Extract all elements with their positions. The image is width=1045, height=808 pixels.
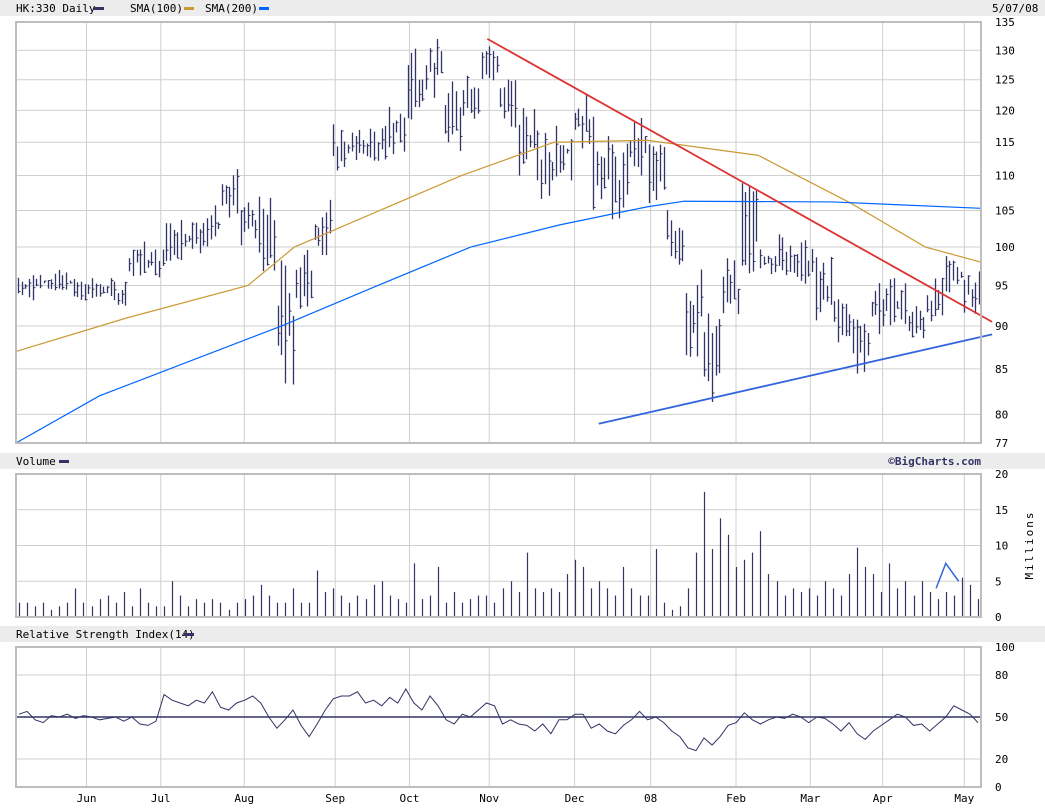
price-y-tick: 110 xyxy=(995,170,1015,183)
x-tick-label: Nov xyxy=(479,792,499,805)
price-y-tick: 80 xyxy=(995,408,1008,421)
rsi-y-tick: 0 xyxy=(995,781,1002,794)
volume-label: Volume xyxy=(16,455,56,468)
x-tick-label: Jun xyxy=(77,792,97,805)
chart-canvas: HK:330 Daily SMA(100) SMA(200) 5/07/08 1… xyxy=(0,0,1045,805)
price-y-tick: 100 xyxy=(995,241,1015,254)
rsi-line xyxy=(18,687,979,752)
price-y-tick: 135 xyxy=(995,16,1015,29)
x-tick-label: Mar xyxy=(800,792,820,805)
x-tick-label: Aug xyxy=(234,792,254,805)
sma200-legend-label: SMA(200) xyxy=(205,2,258,15)
x-tick-label: Dec xyxy=(565,792,585,805)
x-tick-label: Jul xyxy=(151,792,171,805)
symbol-label: HK:330 Daily xyxy=(16,2,96,15)
price-y-tick: 77 xyxy=(995,437,1008,450)
x-tick-label: Oct xyxy=(399,792,419,805)
volume-y-tick: 10 xyxy=(995,540,1008,553)
price-y-tick: 120 xyxy=(995,104,1015,117)
rsi-y-tick: 50 xyxy=(995,711,1008,724)
x-tick-label: 08 xyxy=(644,792,657,805)
rsi-y-tick: 100 xyxy=(995,641,1015,654)
volume-y-tick: 0 xyxy=(995,611,1002,624)
x-tick-label: Apr xyxy=(873,792,893,805)
price-y-tick: 130 xyxy=(995,44,1015,57)
date-label: 5/07/08 xyxy=(992,2,1038,15)
sma100-legend-swatch xyxy=(184,7,194,10)
volume-y-tick: 20 xyxy=(995,468,1008,481)
price-y-tick: 105 xyxy=(995,204,1015,217)
sma100-legend-label: SMA(100) xyxy=(130,2,183,15)
volume-unit-label: Millions xyxy=(1023,511,1036,580)
volume-y-tick: 5 xyxy=(995,575,1002,588)
volume-legend-swatch xyxy=(59,460,69,463)
x-tick-label: Feb xyxy=(726,792,746,805)
price-y-tick: 95 xyxy=(995,279,1008,292)
uptrend-trendline xyxy=(598,333,993,425)
price-y-tick: 125 xyxy=(995,74,1015,87)
price-y-tick: 85 xyxy=(995,363,1008,376)
x-tick-label: Sep xyxy=(325,792,345,805)
price-y-tick: 115 xyxy=(995,136,1015,149)
rsi-y-tick: 80 xyxy=(995,669,1008,682)
rsi-legend-swatch xyxy=(184,633,194,636)
volume-annotation-line xyxy=(935,561,960,589)
sma200-legend-swatch xyxy=(259,7,269,10)
rsi-label: Relative Strength Index(14) xyxy=(16,628,195,641)
price-y-tick: 90 xyxy=(995,320,1008,333)
downtrend-trendline xyxy=(486,38,993,323)
price-legend-swatch xyxy=(94,7,104,10)
bigcharts-credit: ©BigCharts.com xyxy=(888,455,981,468)
x-tick-label: May xyxy=(954,792,974,805)
rsi-y-tick: 20 xyxy=(995,753,1008,766)
bigcharts-chart: HK:330 Daily SMA(100) SMA(200) 5/07/08 1… xyxy=(0,0,1045,808)
volume-y-tick: 15 xyxy=(995,504,1008,517)
